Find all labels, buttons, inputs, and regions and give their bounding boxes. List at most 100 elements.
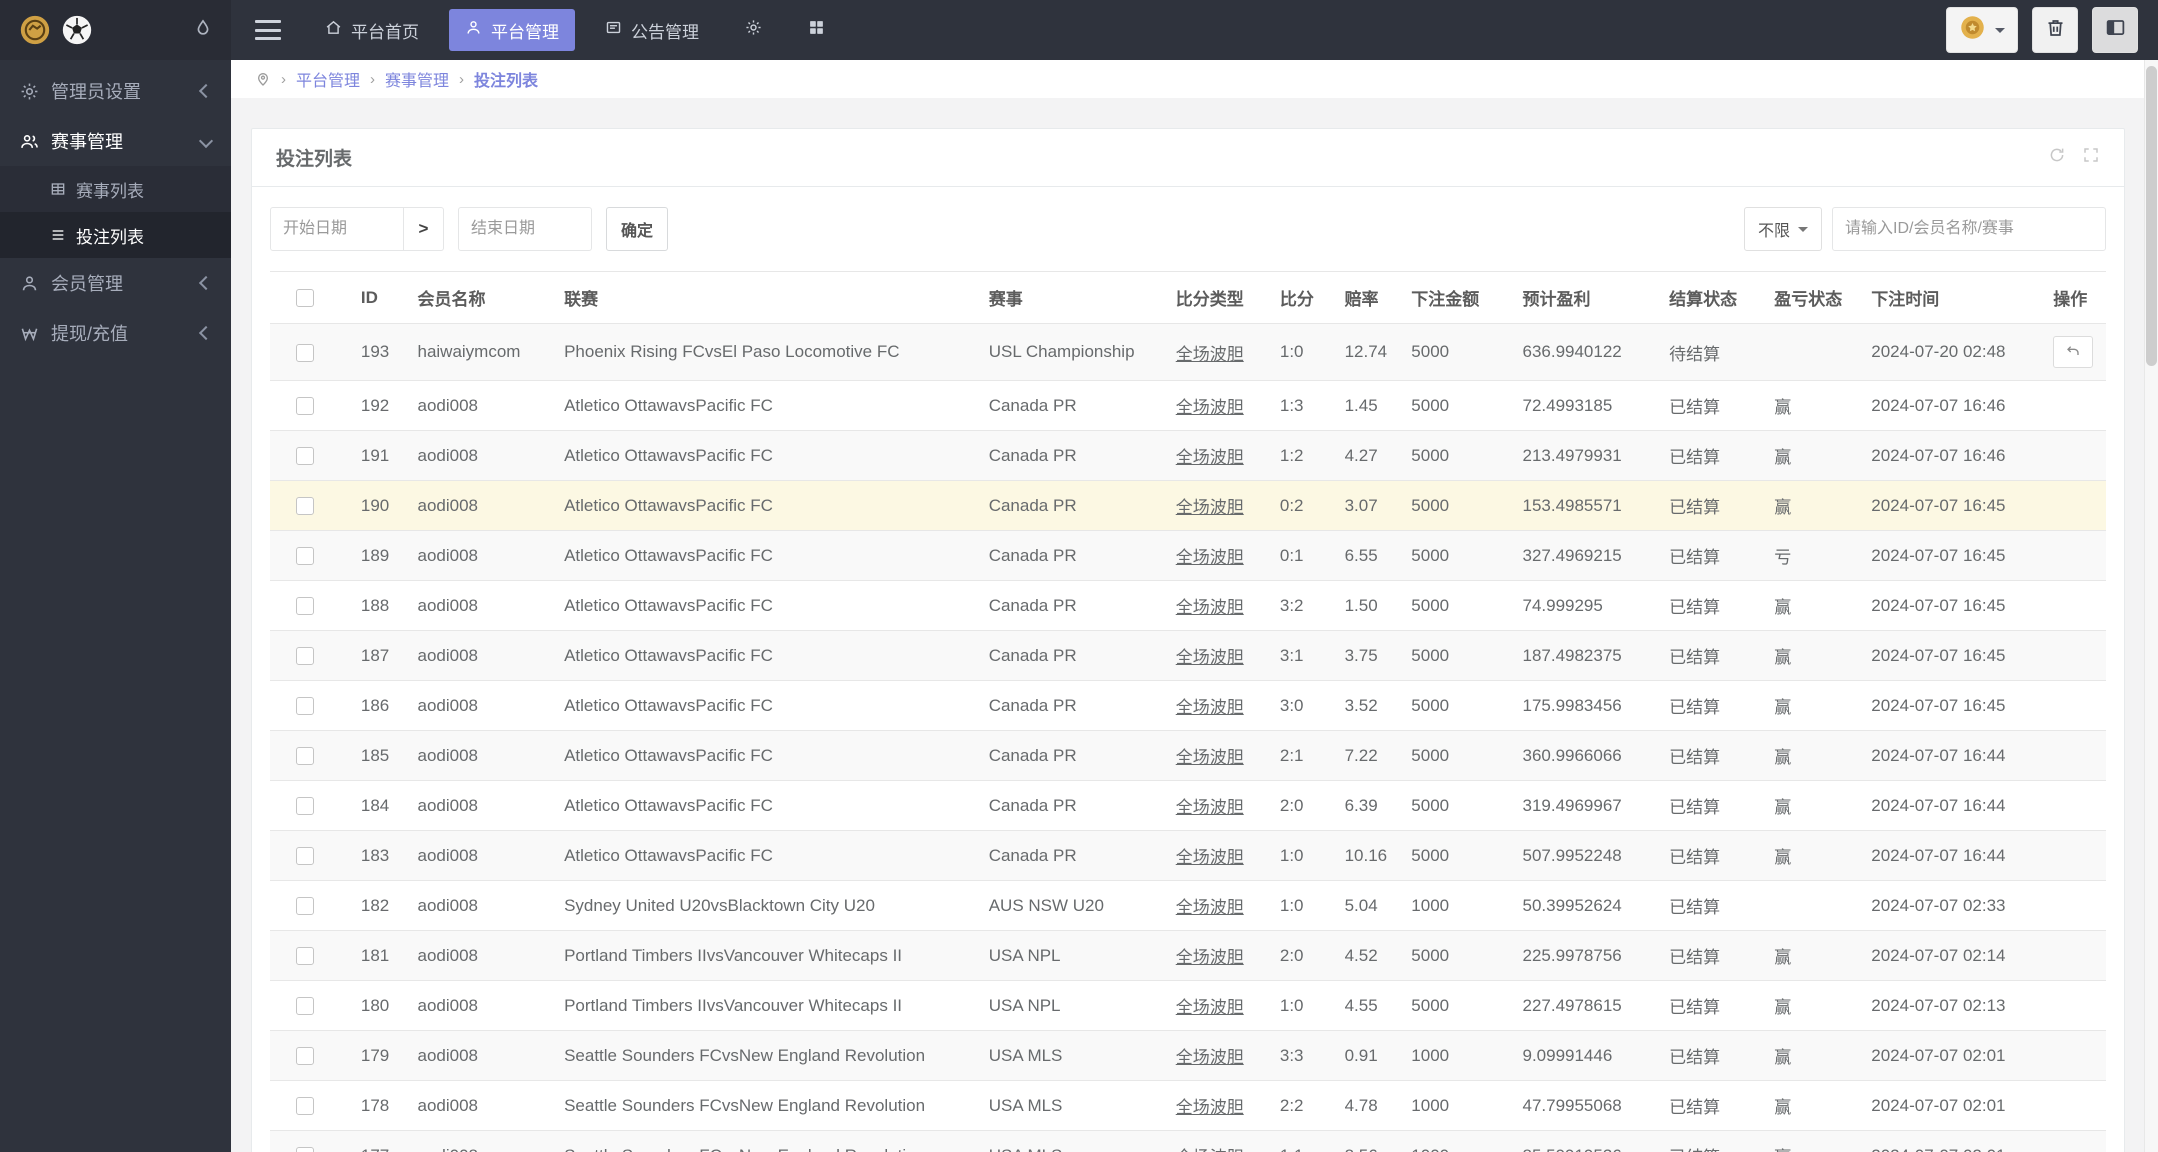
cell-bet-time: 2024-07-07 02:01 bbox=[1861, 1030, 2044, 1081]
score-type-link[interactable]: 全场波胆 bbox=[1176, 898, 1244, 917]
sidebar-item-label: 投注列表 bbox=[76, 227, 144, 247]
breadcrumb-item-bet-list[interactable]: 投注列表 bbox=[474, 67, 538, 91]
score-type-link[interactable]: 全场波胆 bbox=[1176, 398, 1244, 417]
row-checkbox[interactable] bbox=[296, 847, 314, 866]
row-checkbox[interactable] bbox=[296, 597, 314, 616]
score-type-link[interactable]: 全场波胆 bbox=[1176, 448, 1244, 467]
row-checkbox[interactable] bbox=[296, 1147, 314, 1152]
row-checkbox[interactable] bbox=[296, 1047, 314, 1066]
cell-id: 180 bbox=[350, 980, 408, 1031]
cell-result-status: 赢 bbox=[1764, 380, 1862, 431]
score-type-link[interactable]: 全场波胆 bbox=[1176, 1148, 1244, 1152]
score-type-link[interactable]: 全场波胆 bbox=[1176, 548, 1244, 567]
score-type-link[interactable]: 全场波胆 bbox=[1176, 498, 1244, 517]
table-row: 182 aodi008 Sydney United U20vsBlacktown… bbox=[270, 880, 2106, 931]
vertical-scrollbar-track[interactable] bbox=[2144, 60, 2158, 1152]
nav-item-platform-home[interactable]: 平台首页 bbox=[309, 9, 435, 51]
select-all-checkbox[interactable] bbox=[296, 289, 314, 308]
nav-item-platform-management[interactable]: 平台管理 bbox=[449, 9, 575, 51]
cell-league-teams: Phoenix Rising FCvsEl Paso Locomotive FC bbox=[554, 323, 979, 381]
row-checkbox[interactable] bbox=[296, 697, 314, 716]
cell-actions bbox=[2043, 730, 2106, 781]
cell-event: Canada PR bbox=[978, 380, 1166, 431]
cell-select bbox=[270, 480, 351, 531]
cell-settle-status: 已结算 bbox=[1659, 380, 1765, 431]
cell-league-teams: Atletico OttawavsPacific FC bbox=[554, 530, 979, 581]
table-row: 186 aodi008 Atletico OttawavsPacific FC … bbox=[270, 680, 2106, 731]
column-header: 下注时间 bbox=[1861, 271, 2044, 324]
cell-id: 182 bbox=[350, 880, 408, 931]
score-type-link[interactable]: 全场波胆 bbox=[1176, 1048, 1244, 1067]
sidebar-item-admin-settings[interactable]: 管理员设置 bbox=[0, 66, 231, 116]
sidebar-header bbox=[0, 0, 231, 60]
user-avatar-dropdown[interactable] bbox=[1946, 7, 2018, 53]
nav-item-system-settings[interactable] bbox=[729, 9, 778, 51]
cell-profit: 153.4985571 bbox=[1512, 480, 1660, 531]
score-type-link[interactable]: 全场波胆 bbox=[1176, 345, 1244, 364]
score-type-link[interactable]: 全场波胆 bbox=[1176, 798, 1244, 817]
cell-settle-status: 已结算 bbox=[1659, 730, 1765, 781]
nav-item-announcement-management[interactable]: 公告管理 bbox=[589, 9, 715, 51]
breadcrumb: › 平台管理 › 赛事管理 › 投注列表 bbox=[231, 60, 2145, 99]
row-checkbox[interactable] bbox=[296, 747, 314, 766]
row-checkbox[interactable] bbox=[296, 897, 314, 916]
row-checkbox[interactable] bbox=[296, 797, 314, 816]
toolbar-right: 不限 bbox=[1743, 207, 2106, 251]
row-checkbox[interactable] bbox=[296, 547, 314, 566]
sidebar-item-event-management[interactable]: 赛事管理 bbox=[0, 116, 231, 166]
search-input[interactable] bbox=[1832, 207, 2106, 251]
trash-button[interactable] bbox=[2032, 7, 2078, 53]
row-checkbox[interactable] bbox=[296, 447, 314, 466]
score-type-link[interactable]: 全场波胆 bbox=[1176, 698, 1244, 717]
score-type-link[interactable]: 全场波胆 bbox=[1176, 748, 1244, 767]
droplet-icon[interactable] bbox=[193, 18, 213, 43]
row-checkbox[interactable] bbox=[296, 647, 314, 666]
score-type-link[interactable]: 全场波胆 bbox=[1176, 1098, 1244, 1117]
sidebar-item-bet-list[interactable]: 投注列表 bbox=[0, 212, 231, 258]
date-range-button[interactable]: > bbox=[404, 207, 444, 251]
columns-layout-button[interactable] bbox=[2092, 7, 2138, 53]
row-checkbox[interactable] bbox=[296, 997, 314, 1016]
cell-member: aodi008 bbox=[407, 730, 555, 781]
cell-result-status: 赢 bbox=[1764, 630, 1862, 681]
table-row: 191 aodi008 Atletico OttawavsPacific FC … bbox=[270, 430, 2106, 481]
cell-select bbox=[270, 1080, 351, 1131]
end-date-input[interactable] bbox=[458, 207, 592, 251]
expand-icon[interactable] bbox=[2082, 146, 2100, 169]
cell-result-status: 赢 bbox=[1764, 1130, 1862, 1152]
row-checkbox[interactable] bbox=[296, 1097, 314, 1116]
score-type-link[interactable]: 全场波胆 bbox=[1176, 598, 1244, 617]
breadcrumb-item-platform[interactable]: 平台管理 bbox=[296, 67, 360, 91]
cell-actions bbox=[2043, 580, 2106, 631]
row-checkbox[interactable] bbox=[296, 947, 314, 966]
score-type-link[interactable]: 全场波胆 bbox=[1176, 948, 1244, 967]
refresh-icon[interactable] bbox=[2048, 146, 2066, 169]
cell-actions bbox=[2043, 780, 2106, 831]
row-checkbox[interactable] bbox=[296, 497, 314, 516]
table-row: 184 aodi008 Atletico OttawavsPacific FC … bbox=[270, 780, 2106, 831]
cell-event: Canada PR bbox=[978, 680, 1166, 731]
vertical-scrollbar-thumb[interactable] bbox=[2146, 66, 2157, 366]
sidebar-item-event-list[interactable]: 赛事列表 bbox=[0, 166, 231, 212]
undo-action-button[interactable] bbox=[2053, 336, 2094, 368]
score-type-link[interactable]: 全场波胆 bbox=[1176, 998, 1244, 1017]
cell-bet-time: 2024-07-07 16:45 bbox=[1861, 630, 2044, 681]
cell-result-status: 赢 bbox=[1764, 1030, 1862, 1081]
sidebar-item-member-management[interactable]: 会员管理 bbox=[0, 258, 231, 308]
score-type-link[interactable]: 全场波胆 bbox=[1176, 648, 1244, 667]
confirm-button[interactable]: 确定 bbox=[606, 207, 669, 251]
nav-item-apps-grid[interactable] bbox=[792, 9, 841, 51]
status-filter-dropdown[interactable]: 不限 bbox=[1743, 207, 1822, 251]
table-row: 180 aodi008 Portland Timbers IIvsVancouv… bbox=[270, 980, 2106, 1031]
cell-actions bbox=[2043, 930, 2106, 981]
breadcrumb-item-events[interactable]: 赛事管理 bbox=[385, 67, 449, 91]
start-date-input[interactable] bbox=[270, 207, 404, 251]
row-checkbox[interactable] bbox=[296, 343, 314, 362]
sidebar-item-withdraw-deposit[interactable]: 提现/充值 bbox=[0, 308, 231, 358]
cell-select bbox=[270, 730, 351, 781]
cell-actions bbox=[2043, 680, 2106, 731]
top-navbar: 平台首页 平台管理 公告管理 bbox=[231, 0, 2158, 60]
score-type-link[interactable]: 全场波胆 bbox=[1176, 848, 1244, 867]
row-checkbox[interactable] bbox=[296, 397, 314, 416]
hamburger-icon[interactable] bbox=[255, 20, 281, 40]
